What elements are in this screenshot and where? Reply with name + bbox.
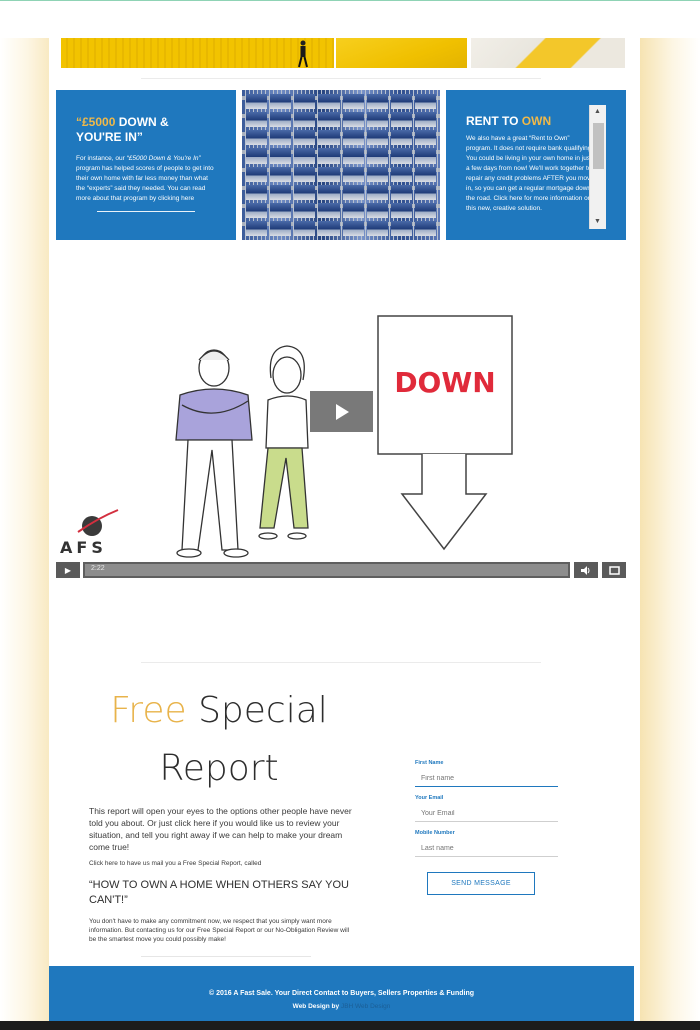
person-silhouette-icon (298, 40, 308, 68)
photo-strip (61, 38, 625, 68)
title-special: Special (186, 690, 328, 731)
video-controls: ▶ 2:22 (56, 562, 626, 578)
woman-figure-icon (258, 345, 309, 540)
control-play-button[interactable]: ▶ (56, 562, 80, 578)
sign-text: DOWN (394, 366, 495, 399)
mobile-label: Mobile Number (415, 830, 455, 836)
contact-form: First Name Your Email Mobile Number SEND… (415, 760, 560, 895)
man-figure-icon (175, 349, 253, 558)
tile-title: RENT TO OWN (466, 114, 606, 129)
tile-title-highlight: “£5000 (76, 115, 116, 129)
tile-text-italic: “£5000 Down & You're In” (126, 155, 201, 162)
scroll-down-arrow-icon[interactable]: ▼ (594, 218, 601, 226)
afs-logo-text: AFS (60, 538, 107, 557)
volume-icon (581, 565, 590, 575)
yellow-wall-photo (61, 38, 334, 68)
afs-logo-icon (77, 509, 119, 536)
scroll-up-arrow-icon[interactable]: ▲ (594, 108, 601, 116)
mobile-field[interactable] (415, 841, 558, 857)
send-message-button[interactable]: SEND MESSAGE (427, 872, 535, 895)
tile-underline (97, 211, 195, 212)
down-sign-icon (377, 315, 513, 551)
title-report: Report (159, 748, 279, 789)
tile-title-highlight: OWN (521, 114, 552, 128)
report-note: You don't have to make any commitment no… (89, 918, 350, 943)
tile-text: We also have a great “Rent to Own” progr… (466, 135, 594, 212)
email-field[interactable] (415, 806, 558, 822)
report-mail-link[interactable]: Click here to have us mail you a Free Sp… (89, 859, 354, 868)
fullscreen-button[interactable] (602, 562, 626, 578)
afs-logo: AFS (56, 508, 136, 562)
bottom-bar (0, 1021, 700, 1030)
play-icon (335, 403, 349, 420)
divider (141, 662, 541, 663)
down-and-in-tile[interactable]: “£5000 DOWN & YOU'RE IN” For instance, o… (56, 90, 236, 240)
tile-title-prefix: RENT TO (466, 114, 522, 128)
tile-text-prefix: For instance, our (76, 155, 127, 162)
building-photo (242, 90, 440, 240)
footer-credit-prefix: Web Design by (292, 1003, 341, 1010)
page-title: Free Special Report (49, 686, 389, 802)
footer-copyright: © 2016 A Fast Sale. Your Direct Contact … (208, 990, 474, 997)
divider (141, 78, 541, 79)
email-label: Your Email (415, 795, 444, 801)
title-free: Free (110, 690, 187, 731)
tile-text-rest: program has helped scores of people to g… (76, 165, 214, 202)
tile-title: “£5000 DOWN & YOU'RE IN” (76, 115, 216, 145)
report-heading: “HOW TO OWN A HOME WHEN OTHERS SAY YOU C… (89, 879, 349, 906)
fullscreen-icon (608, 565, 620, 575)
building-windows (242, 90, 440, 240)
yellow-abstract-photo (336, 38, 467, 68)
rent-to-own-scroll-area[interactable]: We also have a great “Rent to Own” progr… (466, 134, 594, 232)
report-body: This report will open your eyes to the o… (89, 805, 354, 944)
report-intro: This report will open your eyes to the o… (89, 806, 352, 852)
browser-top-bar (0, 0, 700, 38)
right-side-glow (640, 38, 700, 1030)
scrollbar-thumb[interactable] (593, 123, 604, 169)
video-progress-bar[interactable]: 2:22 (83, 562, 570, 578)
tile-text: For instance, our “£5000 Down & You're I… (76, 154, 216, 204)
yellow-chair-photo (471, 38, 625, 68)
video-time: 2:22 (91, 565, 105, 572)
tile-scrollbar[interactable]: ▲ ▼ (589, 105, 606, 229)
footer: © 2016 A Fast Sale. Your Direct Contact … (49, 966, 634, 1021)
play-button[interactable] (310, 391, 373, 432)
video-player[interactable]: DOWN AFS ▶ 2:22 (56, 260, 626, 582)
page-container: “£5000 DOWN & YOU'RE IN” For instance, o… (49, 38, 634, 1030)
footer-credit: Web Design by JBH Web Design (49, 1003, 634, 1010)
first-name-field[interactable] (415, 771, 558, 787)
volume-button[interactable] (574, 562, 598, 578)
footer-credit-link[interactable]: JBH Web Design (341, 1003, 390, 1010)
first-name-label: First Name (415, 760, 444, 766)
divider (141, 956, 311, 957)
